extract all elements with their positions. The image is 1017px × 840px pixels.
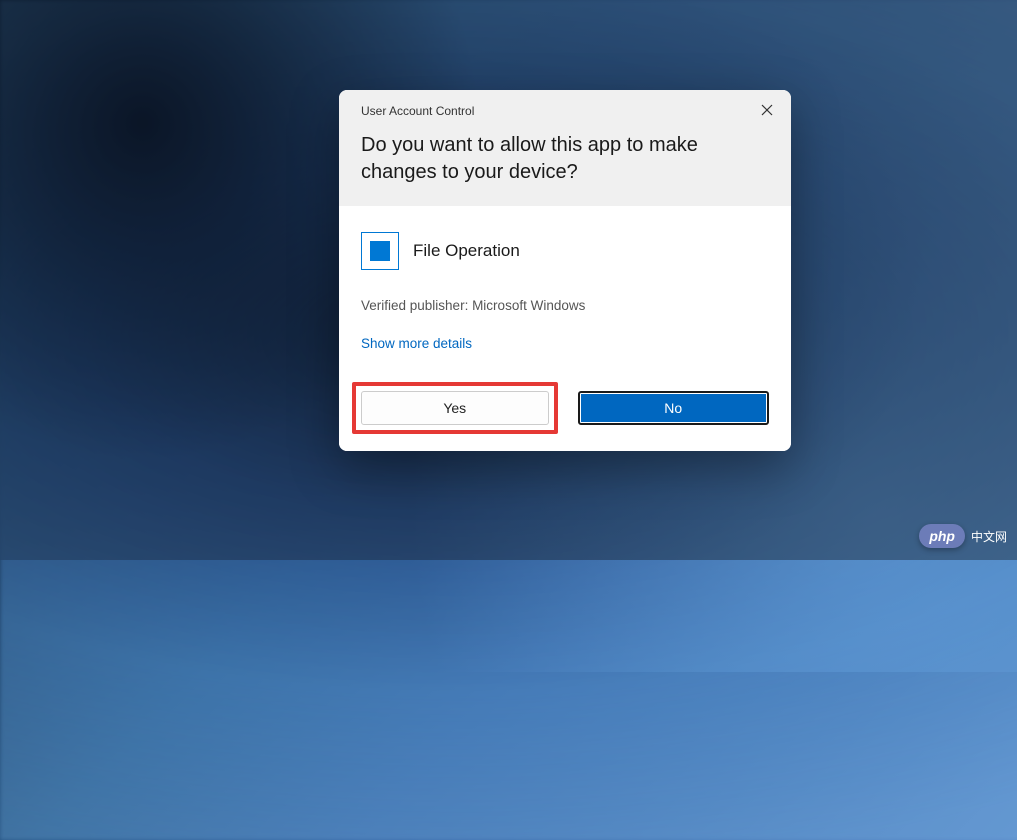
dialog-question: Do you want to allow this app to make ch… <box>361 132 769 186</box>
show-more-details-link[interactable]: Show more details <box>361 336 472 351</box>
file-operation-icon <box>370 241 390 261</box>
app-info-row: File Operation <box>361 232 769 270</box>
yes-button-highlight: Yes <box>352 382 558 434</box>
app-name: File Operation <box>413 241 520 261</box>
close-icon <box>761 104 773 116</box>
app-icon <box>361 232 399 270</box>
close-button[interactable] <box>757 100 777 120</box>
publisher-line: Verified publisher: Microsoft Windows <box>361 298 769 313</box>
dialog-body: File Operation Verified publisher: Micro… <box>339 206 791 369</box>
php-logo: php <box>919 524 965 548</box>
yes-button[interactable]: Yes <box>361 391 549 425</box>
dialog-footer: Yes No <box>339 369 791 451</box>
watermark: php 中文网 <box>919 524 1007 548</box>
dialog-header: User Account Control Do you want to allo… <box>339 90 791 206</box>
no-button[interactable]: No <box>578 391 770 425</box>
dialog-title: User Account Control <box>361 104 769 118</box>
uac-dialog: User Account Control Do you want to allo… <box>339 90 791 451</box>
watermark-text: 中文网 <box>971 528 1007 545</box>
